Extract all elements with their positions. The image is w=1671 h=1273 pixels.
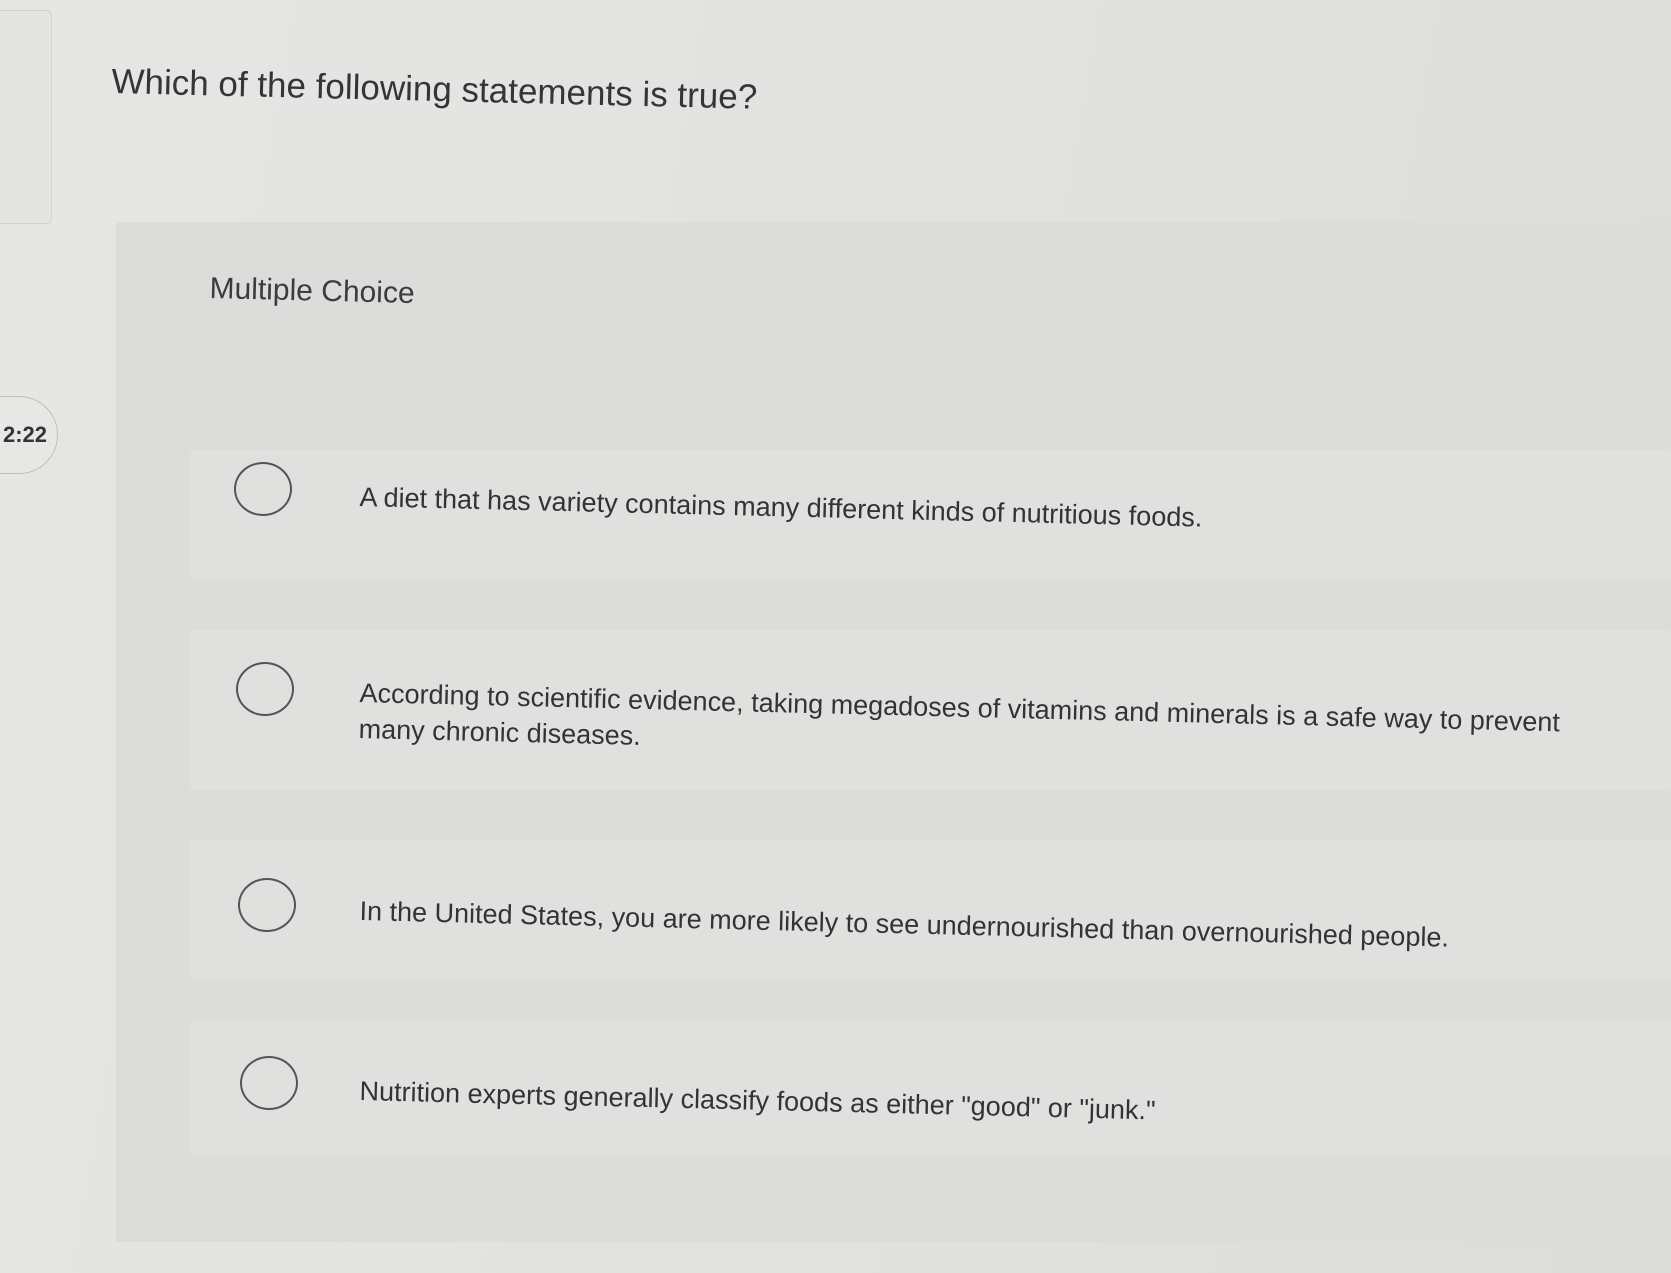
radio-button-option-2[interactable] [236, 662, 294, 716]
radio-button-option-1[interactable] [234, 462, 292, 516]
side-navigation-card [0, 10, 52, 224]
timer-text: 2:22 [2, 422, 47, 447]
quiz-page: 2:22 Which of the following statements i… [0, 0, 1671, 1273]
question-type-label: Multiple Choice [209, 272, 416, 311]
question-prompt: Which of the following statements is tru… [111, 62, 758, 117]
radio-button-option-4[interactable] [240, 1056, 298, 1110]
radio-button-option-3[interactable] [238, 878, 296, 932]
timer-display[interactable]: 2:22 [0, 396, 58, 474]
